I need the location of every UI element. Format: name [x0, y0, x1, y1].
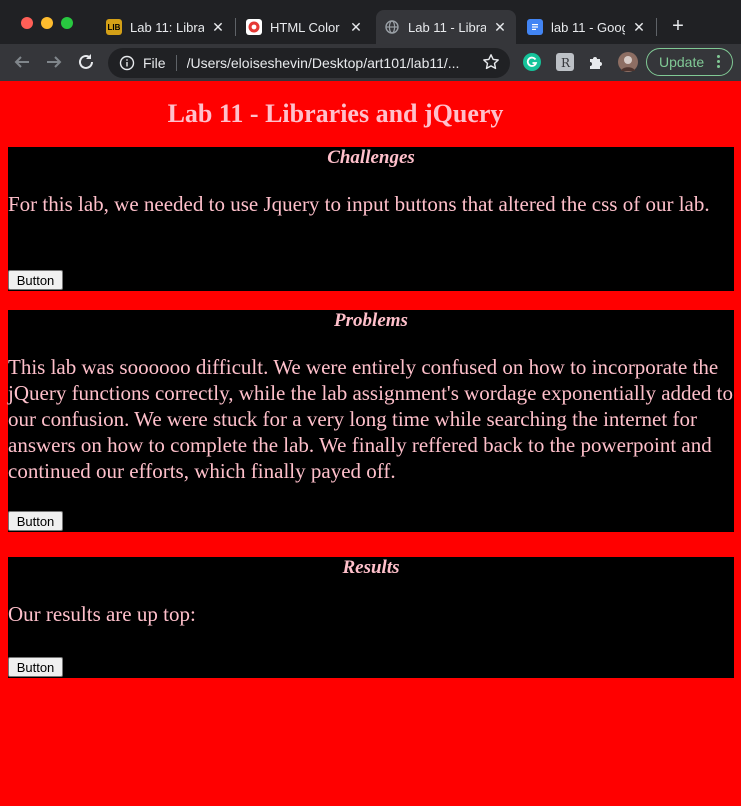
profile-avatar[interactable]	[618, 52, 638, 72]
tab-html-color-codes[interactable]: HTML Color C ✕	[238, 10, 372, 44]
zoom-window-button[interactable]	[61, 17, 73, 29]
bookmark-star-icon[interactable]	[482, 53, 500, 76]
color-wheel-favicon-icon	[246, 19, 262, 35]
back-button[interactable]	[12, 52, 32, 72]
url-text[interactable]: /Users/eloiseshevin/Desktop/art101/lab11…	[187, 55, 477, 71]
close-tab-icon[interactable]: ✕	[492, 19, 508, 36]
close-window-button[interactable]	[21, 17, 33, 29]
section-heading: Problems	[334, 310, 408, 331]
section-body: Our results are up top:	[8, 602, 196, 626]
tab-lab11-active[interactable]: Lab 11 - Libra ✕	[376, 10, 516, 44]
results-button[interactable]: Button	[8, 657, 63, 677]
reload-button[interactable]	[76, 52, 96, 72]
close-tab-icon[interactable]: ✕	[631, 19, 647, 36]
section-heading: Challenges	[327, 147, 415, 168]
extensions-puzzle-icon[interactable]	[587, 53, 605, 71]
tab-google-docs[interactable]: lab 11 - Goog ✕	[519, 10, 655, 44]
section-body: For this lab, we needed to use Jquery to…	[8, 192, 710, 216]
forward-button[interactable]	[44, 52, 64, 72]
results-section: Results Our results are up top: Button	[8, 557, 734, 678]
scheme-label: File	[143, 55, 166, 71]
omnibox-divider	[175, 55, 177, 71]
google-docs-favicon-icon	[527, 19, 543, 35]
page-title: Lab 11 - Libraries and jQuery	[167, 99, 504, 128]
svg-text:R: R	[561, 56, 571, 70]
arrow-left-icon	[14, 56, 29, 68]
minimize-window-button[interactable]	[41, 17, 53, 29]
problems-button[interactable]: Button	[8, 511, 63, 531]
close-tab-icon[interactable]: ✕	[210, 19, 226, 36]
problems-section: Problems This lab was soooooo difficult.…	[8, 310, 734, 532]
browser-menu-icon[interactable]	[717, 55, 720, 70]
challenges-button[interactable]: Button	[8, 270, 63, 290]
library-favicon-icon: LIB	[106, 19, 122, 35]
browser-tab-bar: LIB Lab 11: Librar ✕ HTML Color C ✕ Lab …	[0, 0, 741, 44]
tab-divider	[235, 18, 236, 36]
reader-extension-icon[interactable]: R	[556, 53, 574, 71]
grammarly-extension-icon[interactable]	[523, 53, 541, 71]
tab-divider	[656, 18, 657, 36]
globe-favicon-icon	[384, 19, 400, 35]
reload-icon	[79, 54, 93, 69]
section-body: This lab was soooooo difficult. We were …	[8, 355, 733, 483]
tab-lab11-libraries[interactable]: LIB Lab 11: Librar ✕	[98, 10, 234, 44]
address-bar[interactable]: File /Users/eloiseshevin/Desktop/art101/…	[108, 48, 510, 78]
arrow-right-icon	[47, 56, 62, 68]
section-heading: Results	[342, 557, 400, 578]
close-tab-icon[interactable]: ✕	[348, 19, 364, 36]
info-icon[interactable]	[119, 55, 135, 71]
browser-toolbar: File /Users/eloiseshevin/Desktop/art101/…	[0, 44, 741, 81]
new-tab-button[interactable]: +	[668, 15, 688, 37]
challenges-section: Challenges For this lab, we needed to us…	[8, 147, 734, 291]
